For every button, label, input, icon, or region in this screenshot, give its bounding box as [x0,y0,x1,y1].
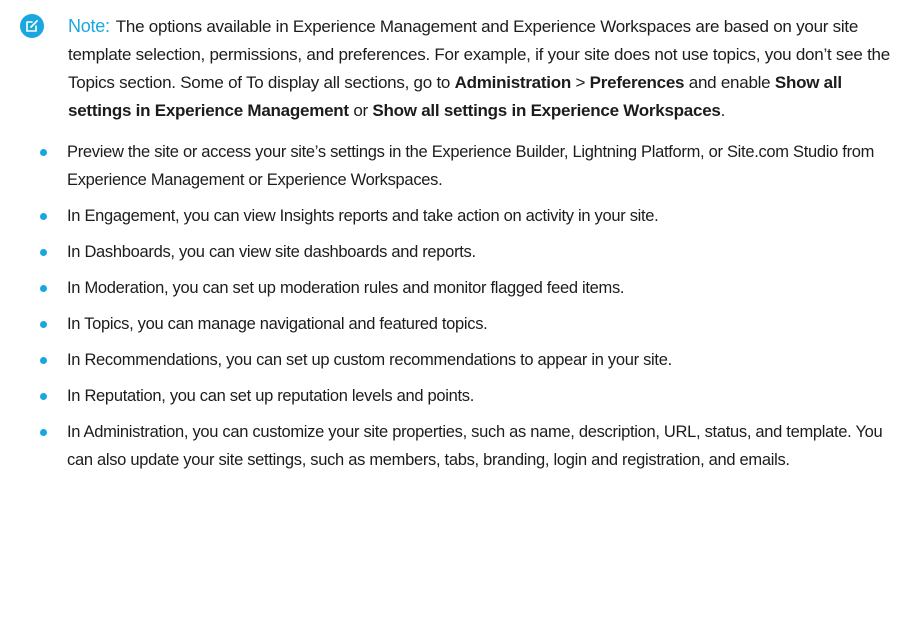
bullet-icon [40,429,47,436]
document-page: Note: The options available in Experience… [0,0,914,630]
list-item: In Engagement, you can view Insights rep… [20,202,900,230]
bullet-icon [40,249,47,256]
bullet-icon [40,393,47,400]
edit-note-icon [20,14,44,38]
note-text-part: and enable [684,73,775,92]
bullet-icon [40,149,47,156]
list-item-text: In Engagement, you can view Insights rep… [67,207,659,225]
bullet-icon [40,321,47,328]
list-item: In Moderation, you can set up moderation… [20,274,900,302]
list-item-text: Preview the site or access your site’s s… [67,143,875,189]
list-item-text: In Topics, you can manage navigational a… [67,315,488,333]
list-item: In Dashboards, you can view site dashboa… [20,238,900,266]
note-callout: Note: The options available in Experience… [20,0,900,125]
list-item-text: In Dashboards, you can view site dashboa… [67,243,476,261]
note-bold-preferences: Preferences [589,73,685,92]
note-text: Note: The options available in Experience… [68,12,900,125]
note-text-part: or [348,101,373,120]
list-item-text: In Recommendations, you can set up custo… [67,351,672,369]
list-item-text: In Administration, you can customize you… [67,423,883,469]
bullet-icon [40,213,47,220]
bullet-icon [40,357,47,364]
bullet-icon [40,285,47,292]
note-bold-show-settings-ew: Show all settings in Experience Workspac… [372,101,721,120]
list-item-text: In Reputation, you can set up reputation… [67,387,474,405]
feature-list: Preview the site or access your site’s s… [20,138,900,474]
list-item-text: In Moderation, you can set up moderation… [67,279,625,297]
list-item: Preview the site or access your site’s s… [20,138,900,194]
list-item: In Topics, you can manage navigational a… [20,310,900,338]
note-text-part: . [720,101,726,120]
list-item: In Reputation, you can set up reputation… [20,382,900,410]
note-label: Note: [68,16,110,36]
list-item: In Recommendations, you can set up custo… [20,346,900,374]
note-bold-administration: Administration [454,73,572,92]
note-separator: > [571,73,590,92]
list-item: In Administration, you can customize you… [20,418,900,474]
